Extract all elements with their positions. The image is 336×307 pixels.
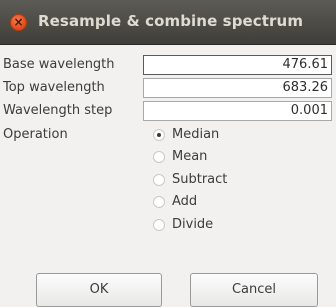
radio-button[interactable] <box>153 174 165 186</box>
base-wavelength-row: Base wavelength 476.61 <box>0 55 336 75</box>
radio-button[interactable] <box>153 151 165 163</box>
base-wavelength-input[interactable]: 476.61 <box>143 55 332 75</box>
top-wavelength-label: Top wavelength <box>3 80 105 95</box>
radio-label-mean: Mean <box>172 149 208 164</box>
base-wavelength-label: Base wavelength <box>3 57 115 72</box>
window-title: Resample & combine spectrum <box>38 12 304 30</box>
top-wavelength-input[interactable]: 683.26 <box>143 78 332 98</box>
wavelength-step-label: Wavelength step <box>3 103 113 118</box>
operation-label: Operation <box>3 127 68 142</box>
cancel-button[interactable]: Cancel <box>190 273 318 307</box>
radio-label-divide: Divide <box>172 217 214 232</box>
close-icon[interactable]: × <box>10 14 27 31</box>
ok-button[interactable]: OK <box>36 273 162 307</box>
radio-button-checked[interactable] <box>153 129 165 141</box>
title-bar: × Resample & combine spectrum <box>0 0 336 45</box>
top-wavelength-row: Top wavelength 683.26 <box>0 78 336 98</box>
radio-label-subtract: Subtract <box>172 172 228 187</box>
radio-label-median: Median <box>172 127 220 142</box>
radio-button[interactable] <box>153 219 165 231</box>
radio-label-add: Add <box>172 194 198 209</box>
wavelength-step-row: Wavelength step 0.001 <box>0 101 336 121</box>
radio-button[interactable] <box>153 196 165 208</box>
wavelength-step-input[interactable]: 0.001 <box>143 101 332 121</box>
